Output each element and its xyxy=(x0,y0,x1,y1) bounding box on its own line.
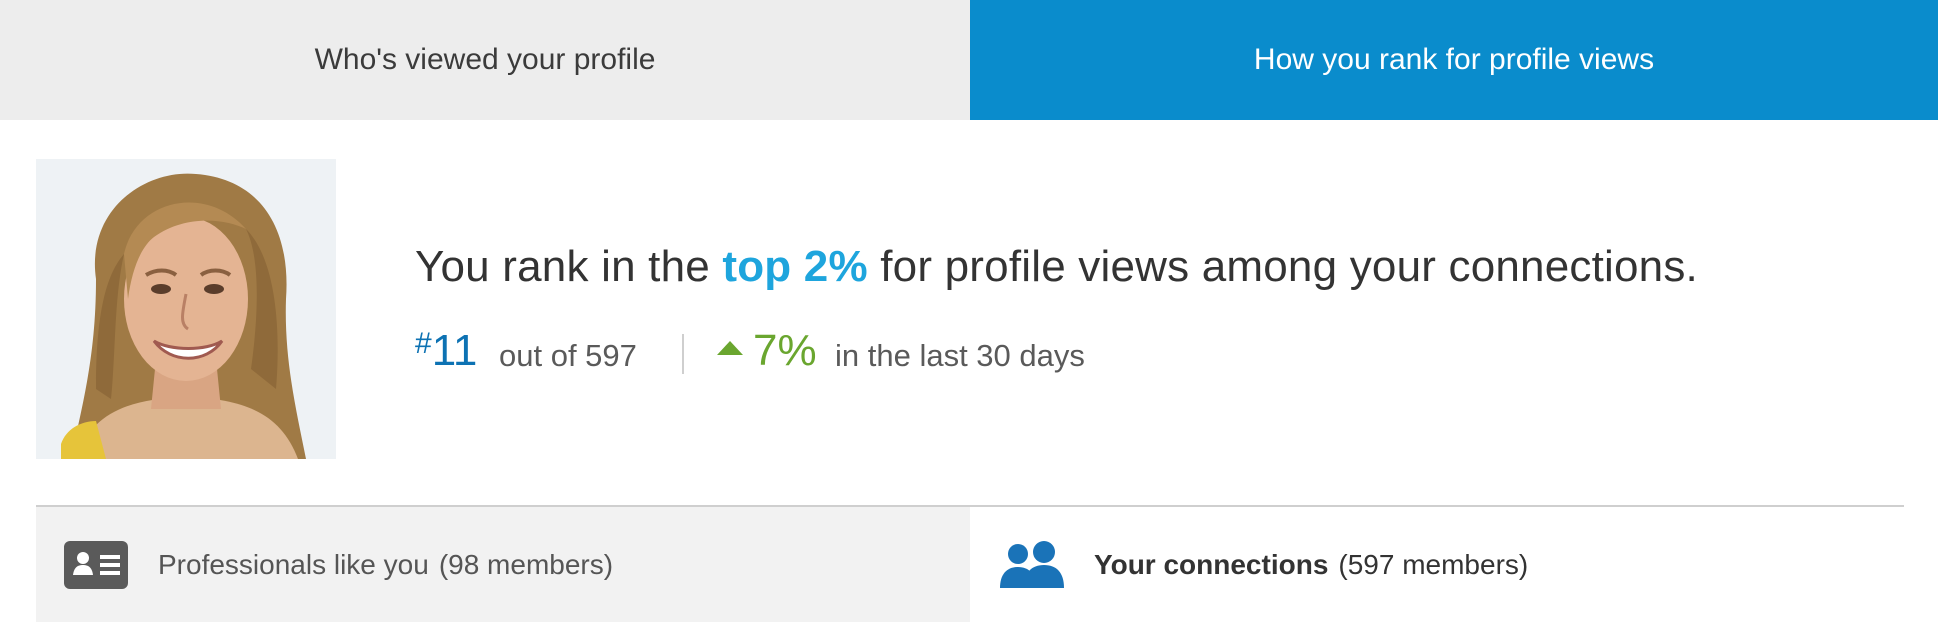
view-tabs: Who's viewed your profile How you rank f… xyxy=(0,0,1938,120)
group-label-connections: Your connections xyxy=(1094,548,1329,580)
people-icon xyxy=(998,540,1066,590)
avatar xyxy=(36,159,336,459)
tab-whos-viewed[interactable]: Who's viewed your profile xyxy=(0,0,970,120)
group-tabs: Professionals like you (98 members) Your… xyxy=(36,507,1904,622)
rank-number-value: 11 xyxy=(431,326,478,375)
rank-hash: # xyxy=(415,327,432,360)
group-count-professionals: (98 members) xyxy=(438,548,614,580)
tab-whos-viewed-label: Who's viewed your profile xyxy=(314,43,656,76)
tab-rank[interactable]: How you rank for profile views xyxy=(970,0,1938,120)
rank-total: out of 597 xyxy=(499,338,637,373)
rank-percentile: top 2% xyxy=(722,242,868,291)
group-label-professionals: Professionals like you xyxy=(158,548,429,580)
group-tab-connections[interactable]: Your connections (597 members) xyxy=(970,507,1904,622)
rank-number: #11 xyxy=(415,326,477,376)
avatar-image xyxy=(36,159,336,459)
change-period: in the last 30 days xyxy=(835,338,1085,373)
group-tab-professionals[interactable]: Professionals like you (98 members) xyxy=(36,507,970,622)
stats-divider xyxy=(682,334,684,374)
headline-suffix: for profile views among your connections… xyxy=(880,242,1698,291)
tab-rank-label: How you rank for profile views xyxy=(1253,43,1655,76)
change-percent: 7% xyxy=(753,326,817,375)
headline-prefix: You rank in the xyxy=(415,242,710,291)
group-count-connections: (597 members) xyxy=(1338,548,1529,580)
profile-card-icon xyxy=(64,540,128,589)
rank-headline: You rank in the top 2% for profile views… xyxy=(415,242,1698,292)
up-arrow-icon xyxy=(716,340,744,361)
rank-stats: #11 out of 597 7% in the last 30 days xyxy=(415,326,1315,376)
